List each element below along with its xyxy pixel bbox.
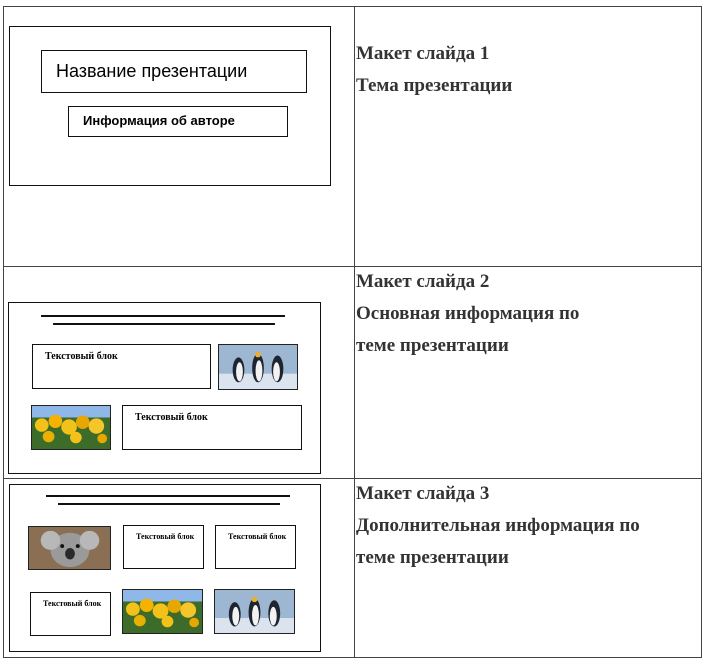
column-divider — [354, 6, 355, 658]
text-block-label: Текстовый блок — [43, 599, 102, 608]
tulips-image — [122, 589, 203, 634]
author-info-text: Информация об авторе — [83, 113, 235, 128]
slide-3-caption-line: Дополнительная информация по — [356, 515, 640, 536]
title-line — [41, 315, 285, 317]
text-block: Текстовый блок — [122, 405, 302, 450]
slide-2-layout-title: Макет слайда 2 — [356, 271, 490, 292]
slide-3-mockup: Текстовый блок Текстовый блок Текстовый … — [9, 484, 321, 652]
slide-3-caption: Макет слайда 3 Дополнительная информация… — [356, 478, 701, 574]
text-block-label: Текстовый блок — [136, 532, 195, 541]
title-line — [58, 503, 280, 505]
slide-2-mockup: Текстовый блок Текстовый блок — [8, 302, 321, 474]
koala-image — [28, 526, 111, 570]
text-block-label: Текстовый блок — [228, 532, 287, 541]
title-line — [46, 495, 290, 497]
text-block-label: Текстовый блок — [45, 351, 118, 362]
tulips-image — [31, 405, 111, 450]
text-block-label: Текстовый блок — [135, 412, 208, 423]
slide-1-caption-line: Тема презентации — [356, 75, 513, 96]
text-block: Текстовый блок — [215, 525, 296, 569]
penguins-image — [218, 344, 298, 390]
text-block: Текстовый блок — [123, 525, 204, 569]
text-block: Текстовый блок — [30, 592, 111, 636]
slide-1-mockup: Название презентации Информация об автор… — [9, 26, 331, 186]
slide-2-caption: Макет слайда 2 Основная информация по те… — [356, 266, 701, 362]
slide-2-caption-line: Основная информация по — [356, 303, 580, 324]
penguins-image — [214, 589, 295, 634]
title-line — [53, 323, 275, 325]
presentation-title-box: Название презентации — [41, 50, 307, 93]
slide-3-layout-title: Макет слайда 3 — [356, 483, 490, 504]
author-info-box: Информация об авторе — [68, 106, 288, 137]
presentation-title-text: Название презентации — [56, 61, 248, 81]
text-block: Текстовый блок — [32, 344, 211, 389]
slide-1-caption: Макет слайда 1 Тема презентации — [356, 38, 701, 102]
slide-2-caption-line: теме презентации — [356, 335, 509, 356]
slide-3-caption-line: теме презентации — [356, 547, 509, 568]
slide-1-layout-title: Макет слайда 1 — [356, 43, 490, 64]
